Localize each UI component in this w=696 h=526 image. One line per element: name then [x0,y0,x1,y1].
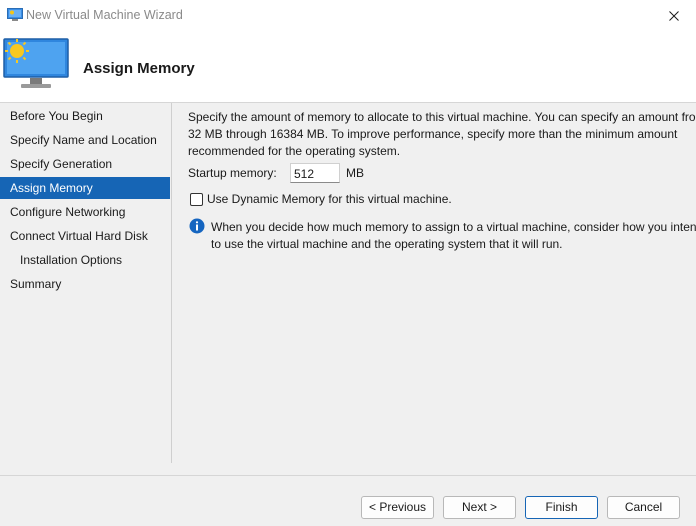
info-icon [189,218,205,234]
description-line: Specify the amount of memory to allocate… [188,110,696,124]
page-title: Assign Memory [83,60,195,77]
info-line: When you decide how much memory to assig… [211,220,696,234]
memory-info-text: When you decide how much memory to assig… [211,219,696,253]
startup-memory-label: Startup memory: [188,166,277,180]
close-button[interactable] [652,0,696,32]
nav-item-specify-generation[interactable]: Specify Generation [0,153,170,175]
info-line: to use the virtual machine and the opera… [211,237,563,251]
wizard-steps-sidebar: Before You Begin Specify Name and Locati… [0,103,172,463]
nav-item-specify-name-location[interactable]: Specify Name and Location [0,129,170,151]
nav-item-assign-memory[interactable]: Assign Memory [0,177,170,199]
startup-memory-unit: MB [346,166,364,180]
window-title: New Virtual Machine Wizard [26,8,183,22]
next-button[interactable]: Next > [443,496,516,519]
close-icon [669,11,679,21]
memory-description: Specify the amount of memory to allocate… [188,109,696,160]
title-bar: New Virtual Machine Wizard [0,0,696,32]
finish-button[interactable]: Finish [525,496,598,519]
hyperv-vm-icon [7,8,23,21]
nav-item-configure-networking[interactable]: Configure Networking [0,201,170,223]
wizard-header: Assign Memory [0,32,696,103]
cancel-button[interactable]: Cancel [607,496,680,519]
dynamic-memory-label[interactable]: Use Dynamic Memory for this virtual mach… [207,192,452,206]
description-line: recommended for the operating system. [188,144,401,158]
startup-memory-input[interactable] [290,163,340,183]
monitor-sun-icon [3,38,69,88]
previous-button[interactable]: < Previous [361,496,434,519]
description-line: 32 MB through 16384 MB. To improve perfo… [188,127,678,141]
nav-item-installation-options[interactable]: Installation Options [0,249,170,271]
footer-divider [0,475,696,476]
dynamic-memory-checkbox[interactable] [190,193,203,206]
nav-item-before-you-begin[interactable]: Before You Begin [0,105,170,127]
nav-item-connect-virtual-hard-disk[interactable]: Connect Virtual Hard Disk [0,225,170,247]
nav-item-summary[interactable]: Summary [0,273,170,295]
